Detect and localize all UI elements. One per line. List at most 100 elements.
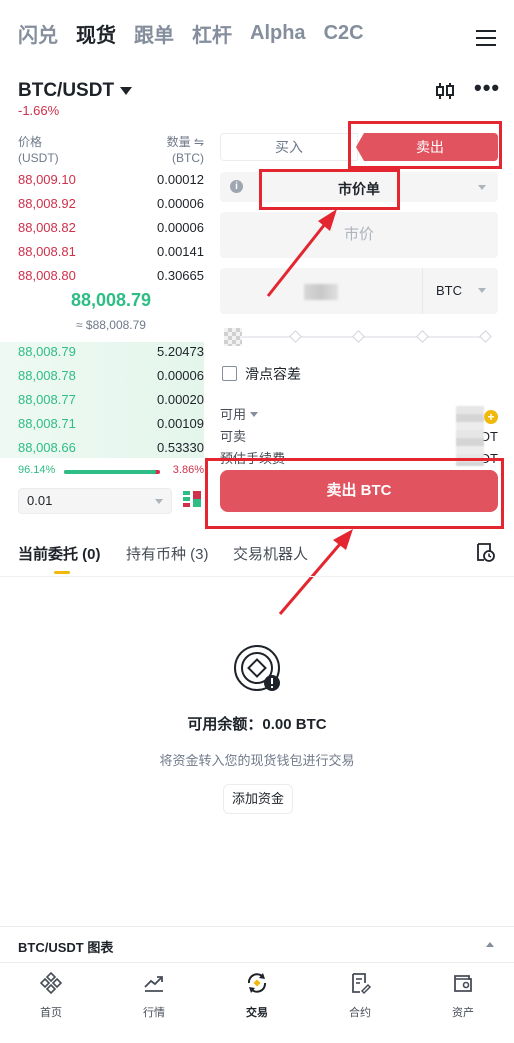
last-price: 88,008.79 (70, 290, 152, 310)
bid-row[interactable]: 88,008.71 0.00109 (18, 412, 204, 436)
nav-label: 行情 (143, 1007, 165, 1019)
price-header: 价格 (18, 135, 43, 149)
redacted-values (456, 406, 484, 466)
bottom-nav: 首页 行情 交易 合约 资产 (0, 962, 514, 1043)
tab-alpha[interactable]: Alpha (250, 22, 306, 45)
ask-price: 88,009.10 (18, 172, 76, 187)
ask-qty: 0.00012 (157, 172, 204, 187)
home-icon (39, 971, 63, 995)
amount-input[interactable]: BTC (220, 268, 498, 314)
checkbox[interactable] (222, 366, 237, 381)
tab-trading-bots[interactable]: 交易机器人 (233, 543, 308, 564)
ratio-bar-fill (64, 470, 157, 474)
chart-label: BTC/USDT 图表 (18, 940, 114, 955)
slider-step[interactable] (416, 330, 429, 343)
precision-value: 0.01 (27, 493, 53, 508)
chevron-down-icon (478, 288, 486, 293)
tab-open-orders[interactable]: 当前委托 (0) (18, 543, 101, 564)
order-history-icon[interactable] (474, 541, 496, 563)
ask-qty: 0.00006 (157, 220, 204, 235)
candlestick-icon[interactable] (434, 80, 456, 102)
sell-ratio: 3.86% (172, 464, 204, 476)
chevron-down-icon (155, 499, 163, 504)
annotation-box-sell-tab (348, 121, 502, 169)
bid-qty: 0.53330 (157, 440, 204, 455)
divider (0, 576, 514, 577)
slider-step[interactable] (479, 330, 492, 343)
nav-label: 资产 (452, 1007, 474, 1019)
bid-row[interactable]: 88,008.77 0.00020 (18, 388, 204, 412)
markets-icon (144, 976, 163, 992)
nav-label: 首页 (40, 1007, 62, 1019)
tab-spot[interactable]: 现货 (76, 19, 116, 48)
bid-price: 88,008.79 (18, 344, 76, 359)
tab-margin[interactable]: 杠杆 (192, 19, 232, 48)
bid-row[interactable]: 88,008.66 0.53330 (18, 436, 204, 460)
more-icon[interactable]: ••• (474, 77, 499, 102)
amount-slider[interactable] (224, 326, 492, 346)
annotation-box-sell-button (205, 458, 504, 529)
add-funds-button[interactable]: 添加资金 (223, 784, 293, 814)
nav-label: 合约 (349, 1007, 371, 1019)
bid-qty: 0.00109 (157, 416, 204, 431)
ask-row[interactable]: 88,008.80 0.30665 (18, 264, 204, 288)
bid-price: 88,008.77 (18, 392, 76, 407)
orderbook-layout-icon[interactable] (182, 490, 202, 510)
precision-select[interactable]: 0.01 (18, 488, 172, 514)
amount-unit[interactable]: BTC (436, 283, 462, 298)
nav-assets[interactable]: 资产 (433, 971, 493, 1020)
slider-knob[interactable] (224, 328, 242, 346)
price-input[interactable]: 市价 (220, 212, 498, 258)
futures-icon (352, 973, 372, 995)
ask-qty: 0.00141 (157, 244, 204, 259)
nav-home[interactable]: 首页 (21, 971, 81, 1020)
tab-copy-trading[interactable]: 跟单 (134, 19, 174, 48)
pair-selector[interactable]: BTC/USDT (18, 80, 133, 102)
qty-header[interactable]: 数量 ⇋ (167, 134, 204, 150)
tab-convert[interactable]: 闪兑 (18, 19, 58, 48)
slider-step[interactable] (352, 330, 365, 343)
available-balance: 可用余额：0.00 BTC (187, 716, 327, 733)
chart-toggle-bar[interactable]: BTC/USDT 图表 (0, 926, 514, 962)
add-funds-icon[interactable]: + (484, 410, 498, 424)
chevron-down-icon (478, 185, 486, 190)
slider-step[interactable] (289, 330, 302, 343)
bid-row[interactable]: 88,008.78 0.00006 (18, 364, 204, 388)
qty-unit: (BTC) (172, 151, 204, 165)
chevron-up-icon[interactable] (486, 942, 494, 947)
chevron-down-icon (250, 412, 259, 417)
pair-symbol: BTC/USDT (18, 80, 115, 101)
last-price-fiat: ≈ $88,008.79 (76, 318, 146, 332)
ask-price: 88,008.82 (18, 220, 76, 235)
bid-price: 88,008.71 (18, 416, 76, 431)
orders-tabs: 当前委托 (0) 持有币种 (3) 交易机器人 (18, 543, 496, 575)
no-orders-icon (234, 645, 280, 691)
nav-futures[interactable]: 合约 (330, 971, 390, 1020)
bid-price: 88,008.78 (18, 368, 76, 383)
bid-row[interactable]: 88,008.79 5.20473 (18, 340, 204, 364)
annotation-box-order-type (259, 169, 400, 210)
tab-holdings[interactable]: 持有币种 (3) (126, 543, 209, 564)
bid-price: 88,008.66 (18, 440, 76, 455)
bid-qty: 0.00006 (157, 368, 204, 383)
menu-icon[interactable] (476, 30, 496, 46)
slippage-label: 滑点容差 (245, 366, 301, 382)
divider (422, 268, 423, 314)
trade-icon (247, 973, 267, 993)
slippage-toggle[interactable]: 滑点容差 (222, 364, 301, 384)
bid-qty: 5.20473 (157, 344, 204, 359)
nav-markets[interactable]: 行情 (124, 971, 184, 1020)
ask-qty: 0.00006 (157, 196, 204, 211)
ask-price: 88,008.92 (18, 196, 76, 211)
ask-row[interactable]: 88,008.92 0.00006 (18, 192, 204, 216)
bid-qty: 0.00020 (157, 392, 204, 407)
nav-trade[interactable]: 交易 (227, 971, 287, 1020)
tab-c2c[interactable]: C2C (324, 22, 364, 45)
available-label[interactable]: 可用 (220, 407, 246, 422)
buy-tab[interactable]: 买入 (220, 133, 358, 161)
amount-value-redacted (304, 284, 338, 300)
ask-row[interactable]: 88,008.82 0.00006 (18, 216, 204, 240)
ask-row[interactable]: 88,009.10 0.00012 (18, 168, 204, 192)
price-change: -1.66% (18, 103, 60, 118)
ask-row[interactable]: 88,008.81 0.00141 (18, 240, 204, 264)
